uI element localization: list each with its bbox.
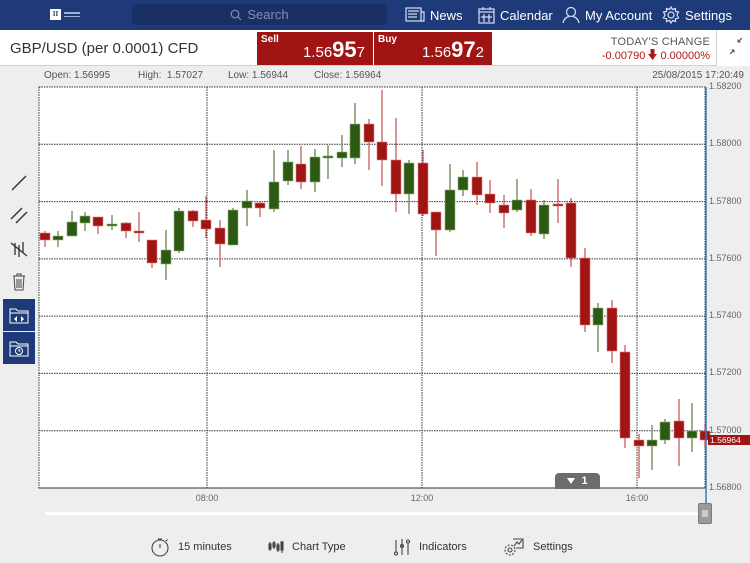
- candle-body: [619, 351, 631, 439]
- candle-body: [39, 232, 51, 241]
- y-tick-label: 1.58000: [709, 138, 742, 149]
- candle-body: [673, 420, 685, 439]
- candle: [227, 208, 239, 246]
- candle-body: [538, 204, 550, 235]
- candle-body: [633, 439, 645, 447]
- candle-body: [322, 155, 334, 159]
- candle-body: [79, 215, 91, 224]
- candle-body: [376, 141, 388, 161]
- candle-body: [484, 193, 496, 204]
- x-tick-label: 12:00: [410, 493, 434, 503]
- interval-label: 15 minutes: [178, 541, 232, 553]
- candle-body: [200, 219, 212, 230]
- candle-body: [430, 211, 442, 231]
- candle-body: [565, 202, 577, 259]
- candle-body: [417, 162, 429, 215]
- candle: [538, 200, 550, 239]
- candle-body: [606, 307, 618, 352]
- candle-body: [592, 307, 604, 326]
- candle-body: [309, 156, 321, 183]
- chart-scroll-handle[interactable]: [698, 503, 712, 524]
- candle-body: [552, 203, 564, 207]
- candle-body: [659, 421, 671, 441]
- candlestick-icon: [268, 541, 284, 553]
- candle-body: [120, 222, 132, 232]
- candle-body: [254, 202, 266, 209]
- candle-body: [268, 181, 280, 210]
- candle-body: [295, 163, 307, 183]
- grip-icon: [702, 510, 708, 517]
- candle-body: [511, 199, 523, 211]
- last-price-label: 1.56964: [708, 435, 750, 445]
- candle: [579, 248, 591, 332]
- candle-body: [66, 221, 78, 237]
- candle-body: [646, 439, 658, 447]
- x-tick-label: 16:00: [625, 493, 649, 503]
- candle-body: [686, 430, 698, 439]
- badge-count: 1: [581, 475, 588, 487]
- y-tick-label: 1.56800: [709, 482, 742, 492]
- chart-scroll-track[interactable]: [45, 512, 700, 515]
- candle-body: [444, 189, 456, 231]
- y-tick-label: 1.57800: [709, 195, 742, 206]
- candle-body: [146, 239, 158, 264]
- candle-body: [160, 249, 172, 265]
- y-tick-label: 1.58200: [709, 81, 742, 91]
- candle-body: [52, 235, 64, 241]
- y-tick-label: 1.57600: [709, 252, 742, 263]
- candle-body: [403, 162, 415, 195]
- candle: [565, 198, 577, 267]
- indicators-icon: [393, 539, 411, 556]
- indicators-label: Indicators: [419, 541, 467, 553]
- candle-body: [187, 210, 199, 222]
- candle-body: [214, 227, 226, 245]
- candle: [619, 345, 631, 448]
- candle-body: [173, 210, 185, 252]
- stopwatch-icon: [151, 538, 169, 557]
- candle-body: [579, 257, 591, 326]
- alerts-badge[interactable]: 1: [555, 473, 600, 489]
- candle-body: [133, 230, 145, 234]
- candle-body: [336, 151, 348, 159]
- y-tick-label: 1.57400: [709, 310, 742, 321]
- candle-body: [106, 223, 118, 227]
- candlestick-chart[interactable]: [0, 0, 750, 563]
- candle: [659, 419, 671, 444]
- y-tick-label: 1.57000: [709, 424, 742, 435]
- candle-body: [471, 176, 483, 196]
- caret-down-icon: [567, 478, 576, 484]
- candle-body: [227, 209, 239, 246]
- interval-button[interactable]: 15 minutes: [150, 537, 232, 557]
- candle-body: [525, 199, 537, 234]
- candle-body: [363, 123, 375, 143]
- candle-body: [92, 216, 104, 227]
- candle-body: [282, 161, 294, 182]
- candle-body: [241, 200, 253, 209]
- candle-body: [390, 159, 402, 195]
- chart-settings-button[interactable]: Settings: [503, 537, 573, 557]
- indicators-button[interactable]: Indicators: [393, 537, 467, 557]
- candle: [173, 208, 185, 253]
- chart-type-button[interactable]: Chart Type: [268, 537, 346, 557]
- y-tick-label: 1.57200: [709, 367, 742, 378]
- chart-settings-icon: [504, 538, 524, 556]
- chart-type-label: Chart Type: [292, 541, 346, 553]
- candle-body: [498, 204, 510, 214]
- candle-body: [349, 123, 361, 159]
- x-tick-label: 08:00: [195, 493, 219, 503]
- chart-settings-label: Settings: [533, 541, 573, 553]
- chart-plot-area: [39, 87, 705, 488]
- candle-body: [457, 176, 469, 191]
